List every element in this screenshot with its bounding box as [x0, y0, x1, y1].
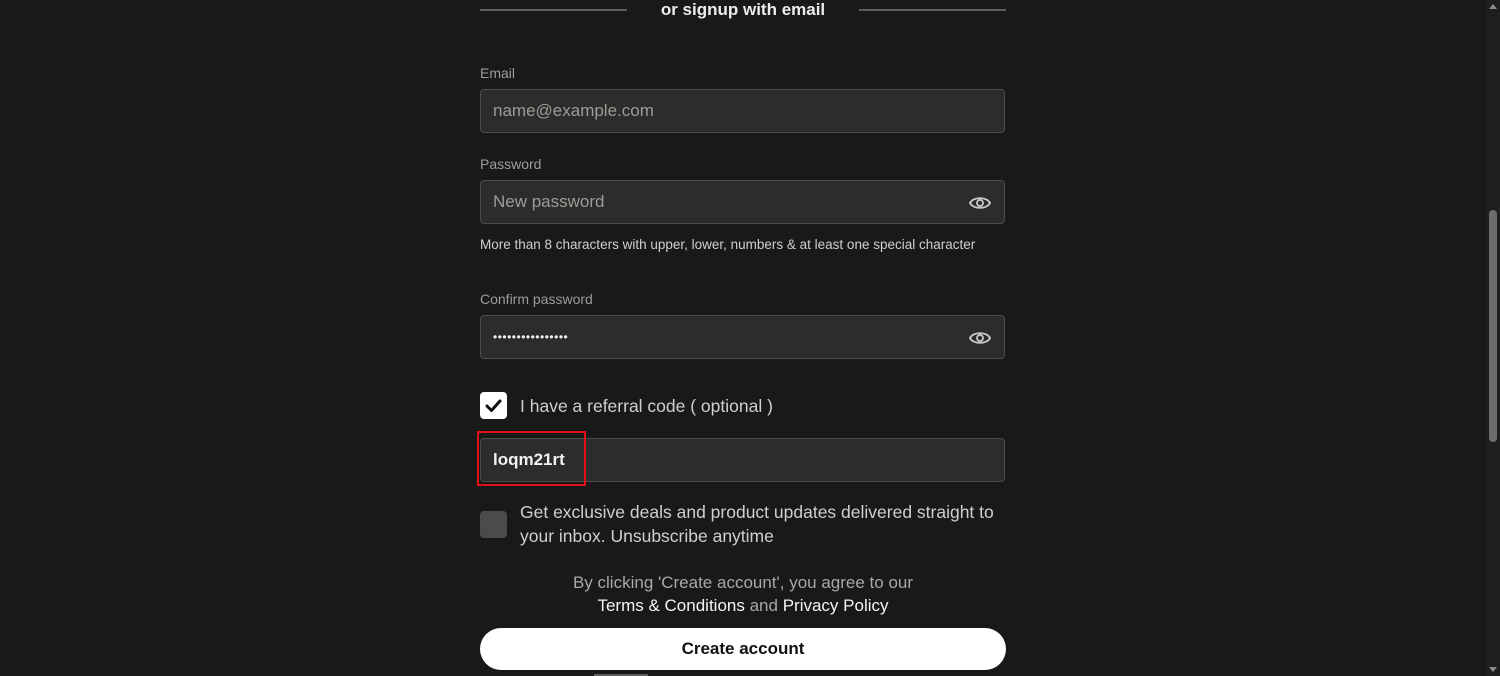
divider-line-left: [480, 9, 627, 11]
scroll-up-icon[interactable]: [1489, 4, 1497, 9]
password-field[interactable]: [493, 181, 963, 223]
confirm-password-field[interactable]: [493, 316, 963, 358]
email-label: Email: [480, 65, 516, 81]
terms-and: and: [749, 596, 778, 615]
terms-text: By clicking 'Create account', you agree …: [480, 571, 1006, 617]
divider-text: or signup with email: [660, 0, 826, 19]
check-icon: [485, 399, 502, 412]
confirm-password-field-wrapper: [480, 315, 1005, 359]
referral-code-field-wrapper: [480, 438, 1005, 482]
terms-prefix: By clicking 'Create account', you agree …: [572, 573, 914, 592]
scroll-down-icon[interactable]: [1489, 667, 1497, 672]
privacy-link[interactable]: Privacy Policy: [783, 596, 889, 615]
confirm-password-label: Confirm password: [480, 291, 593, 307]
password-label: Password: [480, 156, 542, 172]
password-hint: More than 8 characters with upper, lower…: [480, 237, 976, 252]
newsletter-checkbox[interactable]: [480, 511, 507, 538]
email-field-wrapper: [480, 89, 1005, 133]
password-field-wrapper: [480, 180, 1005, 224]
divider-line-right: [859, 9, 1006, 11]
referral-checkbox-label: I have a referral code ( optional ): [520, 396, 773, 416]
referral-checkbox[interactable]: [480, 392, 507, 419]
eye-icon[interactable]: [969, 328, 991, 348]
create-account-button[interactable]: Create account: [480, 628, 1006, 670]
scrollbar-thumb[interactable]: [1489, 210, 1497, 442]
scrollbar[interactable]: [1486, 0, 1500, 676]
email-field[interactable]: [493, 90, 963, 132]
eye-icon[interactable]: [969, 193, 991, 213]
terms-link[interactable]: Terms & Conditions: [597, 596, 744, 615]
newsletter-label: Get exclusive deals and product updates …: [520, 502, 994, 546]
referral-code-field[interactable]: [493, 439, 963, 481]
